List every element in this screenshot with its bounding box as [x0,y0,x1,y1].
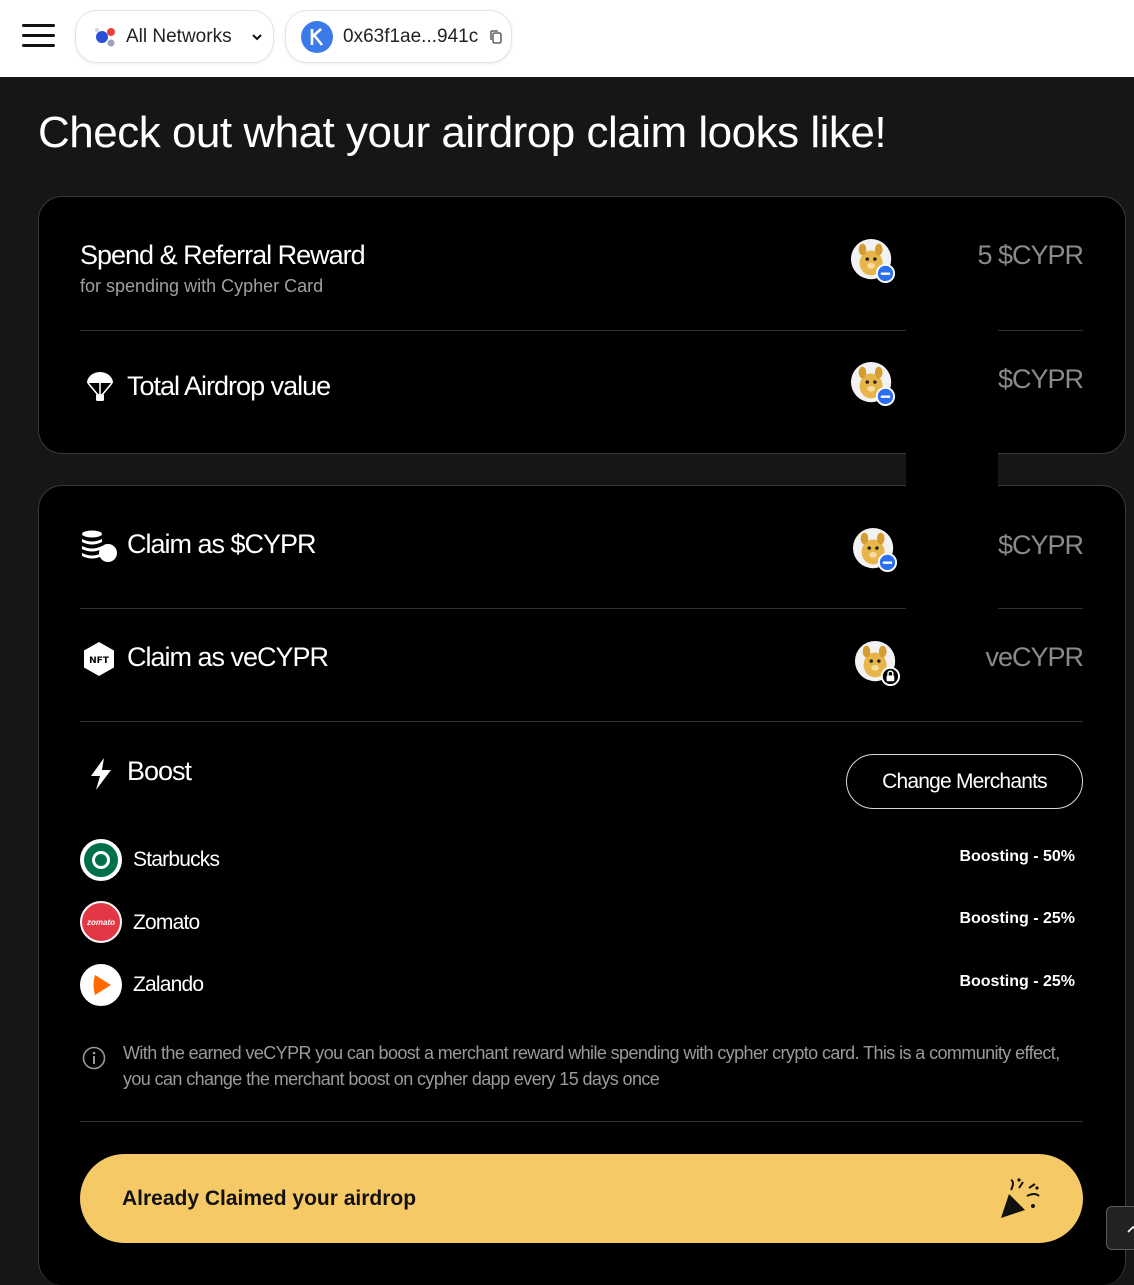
token-dog-icon [852,527,898,573]
token-dog-icon [854,640,900,686]
scroll-to-top-button[interactable] [1106,1206,1134,1250]
claim-cypr-title: Claim as $CYPR [127,529,317,559]
party-popper-icon [1001,1178,1040,1218]
wallet-k-icon [301,20,333,53]
spend-referral-subtitle: for spending with Cypher Card [80,276,324,296]
menu-icon[interactable] [22,24,55,48]
token-dog-icon [850,361,896,407]
lightning-icon [91,758,111,790]
boost-info-text: With the earned veCYPR you can boost a m… [123,1043,1060,1089]
boost-title: Boost [127,756,192,786]
wallet-address: 0x63f1ae...941c [343,25,479,47]
spend-referral-title: Spend & Referral Reward [80,240,366,270]
already-claimed-button[interactable]: Already Claimed your airdrop [80,1154,1083,1243]
coins-icon [82,530,117,562]
network-selector[interactable]: All Networks [75,10,274,63]
parachute-icon [87,372,113,401]
copy-icon[interactable] [488,29,504,45]
spend-referral-amount: 5 $CYPR [977,240,1084,270]
merchant-boost: Boosting - 25% [959,910,1075,927]
page-title: Check out what your airdrop claim looks … [38,108,887,157]
divider [80,1121,1083,1122]
zomato-logo-text: zomato [87,917,115,927]
networks-icon [95,27,115,46]
claim-vecypr-amount: veCYPR [985,642,1084,672]
already-claimed-label: Already Claimed your airdrop [122,1186,417,1210]
zomato-logo-icon: zomato [80,901,122,943]
chevron-up-icon [1127,1225,1134,1233]
merchant-boost: Boosting - 25% [959,973,1075,990]
redaction-block [906,330,998,610]
merchant-name: Zalando [133,973,204,996]
divider [80,721,1083,722]
claim-vecypr-title: Claim as veCYPR [127,642,329,672]
merchant-name: Starbucks [133,848,220,871]
svg-text:NFT: NFT [89,656,110,666]
zalando-logo-icon [80,964,122,1006]
network-label: All Networks [126,25,232,47]
change-merchants-button[interactable]: Change Merchants [846,754,1083,809]
merchant-boost: Boosting - 50% [959,848,1075,865]
wallet-address-pill[interactable]: 0x63f1ae...941c [285,10,512,63]
token-dog-icon [850,238,896,284]
chevron-down-icon [251,33,262,40]
top-bar: All Networks 0x63f1ae...941c [0,0,1134,77]
total-airdrop-title: Total Airdrop value [127,371,331,401]
info-icon [82,1046,106,1070]
nft-icon: NFT [84,642,114,676]
starbucks-logo-icon [80,839,122,881]
merchant-name: Zomato [133,911,200,934]
